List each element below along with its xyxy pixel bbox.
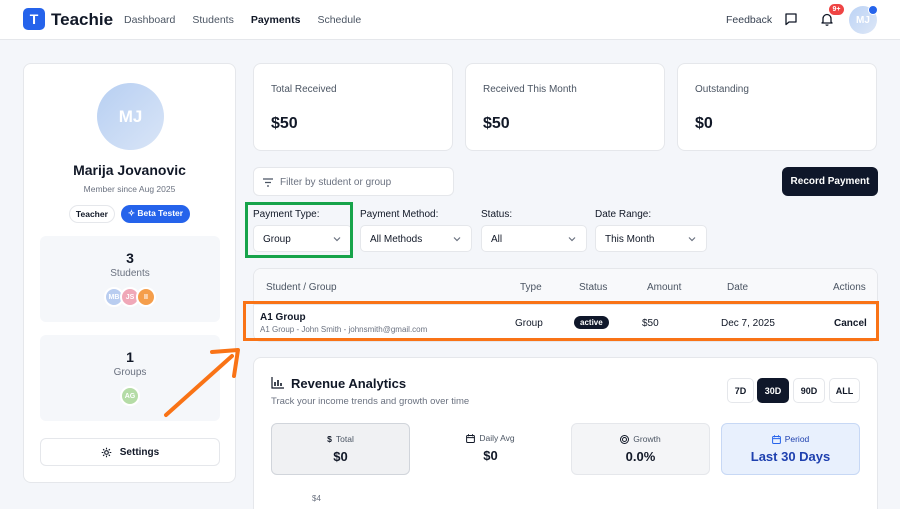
main-nav: Dashboard Students Payments Schedule — [124, 14, 361, 26]
teacher-badge: Teacher — [68, 205, 115, 223]
metric-daily-avg: Daily Avg $0 — [421, 423, 560, 475]
nav-payments[interactable]: Payments — [251, 14, 301, 26]
students-avatars: MB JS II — [40, 287, 220, 307]
feedback-link[interactable]: Feedback — [726, 14, 772, 26]
received-month-card: Received This Month $50 — [465, 63, 665, 151]
analytics-subtitle: Track your income trends and growth over… — [271, 396, 470, 407]
avatar-status-dot — [868, 5, 878, 15]
range-30d-button[interactable]: 30D — [757, 378, 789, 403]
metric-total: $ Total $0 — [271, 423, 410, 475]
calendar-icon — [466, 433, 476, 443]
col-type: Type — [520, 282, 542, 293]
outstanding-label: Outstanding — [695, 84, 749, 95]
received-month-value: $50 — [483, 115, 510, 132]
range-all-button[interactable]: ALL — [829, 378, 860, 403]
calendar-icon — [771, 434, 781, 444]
outstanding-value: $0 — [695, 115, 713, 132]
top-navbar: T Teachie Dashboard Students Payments Sc… — [0, 0, 900, 40]
analytics-title: Revenue Analytics — [291, 376, 407, 391]
students-label: Students — [110, 268, 150, 279]
profile-card: MJ Marija Jovanovic Member since Aug 202… — [23, 63, 236, 483]
payment-type-highlight — [245, 202, 353, 258]
date-range-select[interactable]: This Month — [595, 225, 707, 252]
mini-avatar: II — [136, 287, 156, 307]
payment-method-label: Payment Method: — [360, 209, 439, 220]
nav-students[interactable]: Students — [192, 14, 233, 26]
metric-total-label: Total — [335, 434, 354, 444]
profile-avatar: MJ — [97, 83, 164, 150]
beta-tester-label: Beta Tester — [137, 208, 184, 218]
revenue-analytics-card: Revenue Analytics Track your income tren… — [253, 357, 878, 509]
status-label: Status: — [481, 209, 513, 220]
app-logo[interactable]: T — [23, 8, 45, 30]
profile-badges: Teacher ✧ Beta Tester — [24, 205, 235, 223]
metric-daily-label: Daily Avg — [479, 433, 515, 443]
col-date: Date — [727, 282, 749, 293]
outstanding-card: Outstanding $0 — [677, 63, 877, 151]
table-header: Student / Group Type Status Amount Date … — [254, 269, 877, 305]
status-select[interactable]: All — [481, 225, 587, 252]
settings-button[interactable]: Settings — [40, 438, 220, 466]
col-status: Status — [579, 282, 608, 293]
gear-icon — [101, 447, 112, 457]
chevron-down-icon — [568, 237, 576, 242]
beta-tester-badge: ✧ Beta Tester — [120, 205, 191, 223]
col-amount: Amount — [647, 282, 682, 293]
dollar-icon: $ — [327, 434, 332, 444]
notification-badge: 9+ — [829, 4, 844, 15]
annotation-arrow — [164, 348, 240, 417]
chevron-down-icon — [688, 237, 696, 242]
range-90d-button[interactable]: 90D — [793, 378, 825, 403]
metric-period-value: Last 30 Days — [750, 449, 831, 464]
nav-dashboard[interactable]: Dashboard — [124, 14, 175, 26]
record-payment-button[interactable]: Record Payment — [782, 167, 878, 196]
chart-y-tick: $4 — [312, 494, 321, 503]
filter-icon — [263, 178, 273, 187]
total-received-card: Total Received $50 — [253, 63, 453, 151]
metric-total-value: $0 — [333, 449, 348, 464]
metric-daily-value: $0 — [483, 448, 498, 463]
app-name[interactable]: Teachie — [51, 10, 113, 30]
students-stat[interactable]: 3 Students MB JS II — [40, 236, 220, 322]
bar-chart-icon — [271, 377, 284, 389]
metric-period: Period Last 30 Days — [721, 423, 860, 475]
mini-avatar: AG — [120, 386, 140, 406]
total-received-label: Total Received — [271, 84, 337, 95]
status-value: All — [491, 234, 503, 245]
metric-growth-value: 0.0% — [625, 449, 656, 464]
target-icon — [620, 434, 630, 444]
search-placeholder: Filter by student or group — [280, 177, 392, 188]
metric-growth: Growth 0.0% — [571, 423, 710, 475]
member-since: Member since Aug 2025 — [83, 184, 176, 194]
nav-schedule[interactable]: Schedule — [317, 14, 361, 26]
metric-period-label: Period — [784, 434, 810, 444]
profile-name: Marija Jovanovic — [73, 162, 186, 178]
metric-growth-label: Growth — [633, 434, 661, 444]
row-highlight — [243, 301, 879, 341]
settings-label: Settings — [119, 446, 160, 458]
received-month-label: Received This Month — [483, 84, 577, 95]
col-student: Student / Group — [266, 282, 337, 293]
col-actions: Actions — [833, 282, 866, 293]
chevron-down-icon — [453, 237, 461, 242]
search-input[interactable]: Filter by student or group — [253, 167, 454, 196]
date-range-label: Date Range: — [595, 209, 652, 220]
students-count: 3 — [126, 250, 134, 266]
payment-method-value: All Methods — [370, 234, 423, 245]
message-icon[interactable] — [784, 12, 798, 26]
payment-method-select[interactable]: All Methods — [360, 225, 472, 252]
total-received-value: $50 — [271, 115, 298, 132]
date-range-value: This Month — [605, 234, 655, 245]
range-7d-button[interactable]: 7D — [727, 378, 754, 403]
